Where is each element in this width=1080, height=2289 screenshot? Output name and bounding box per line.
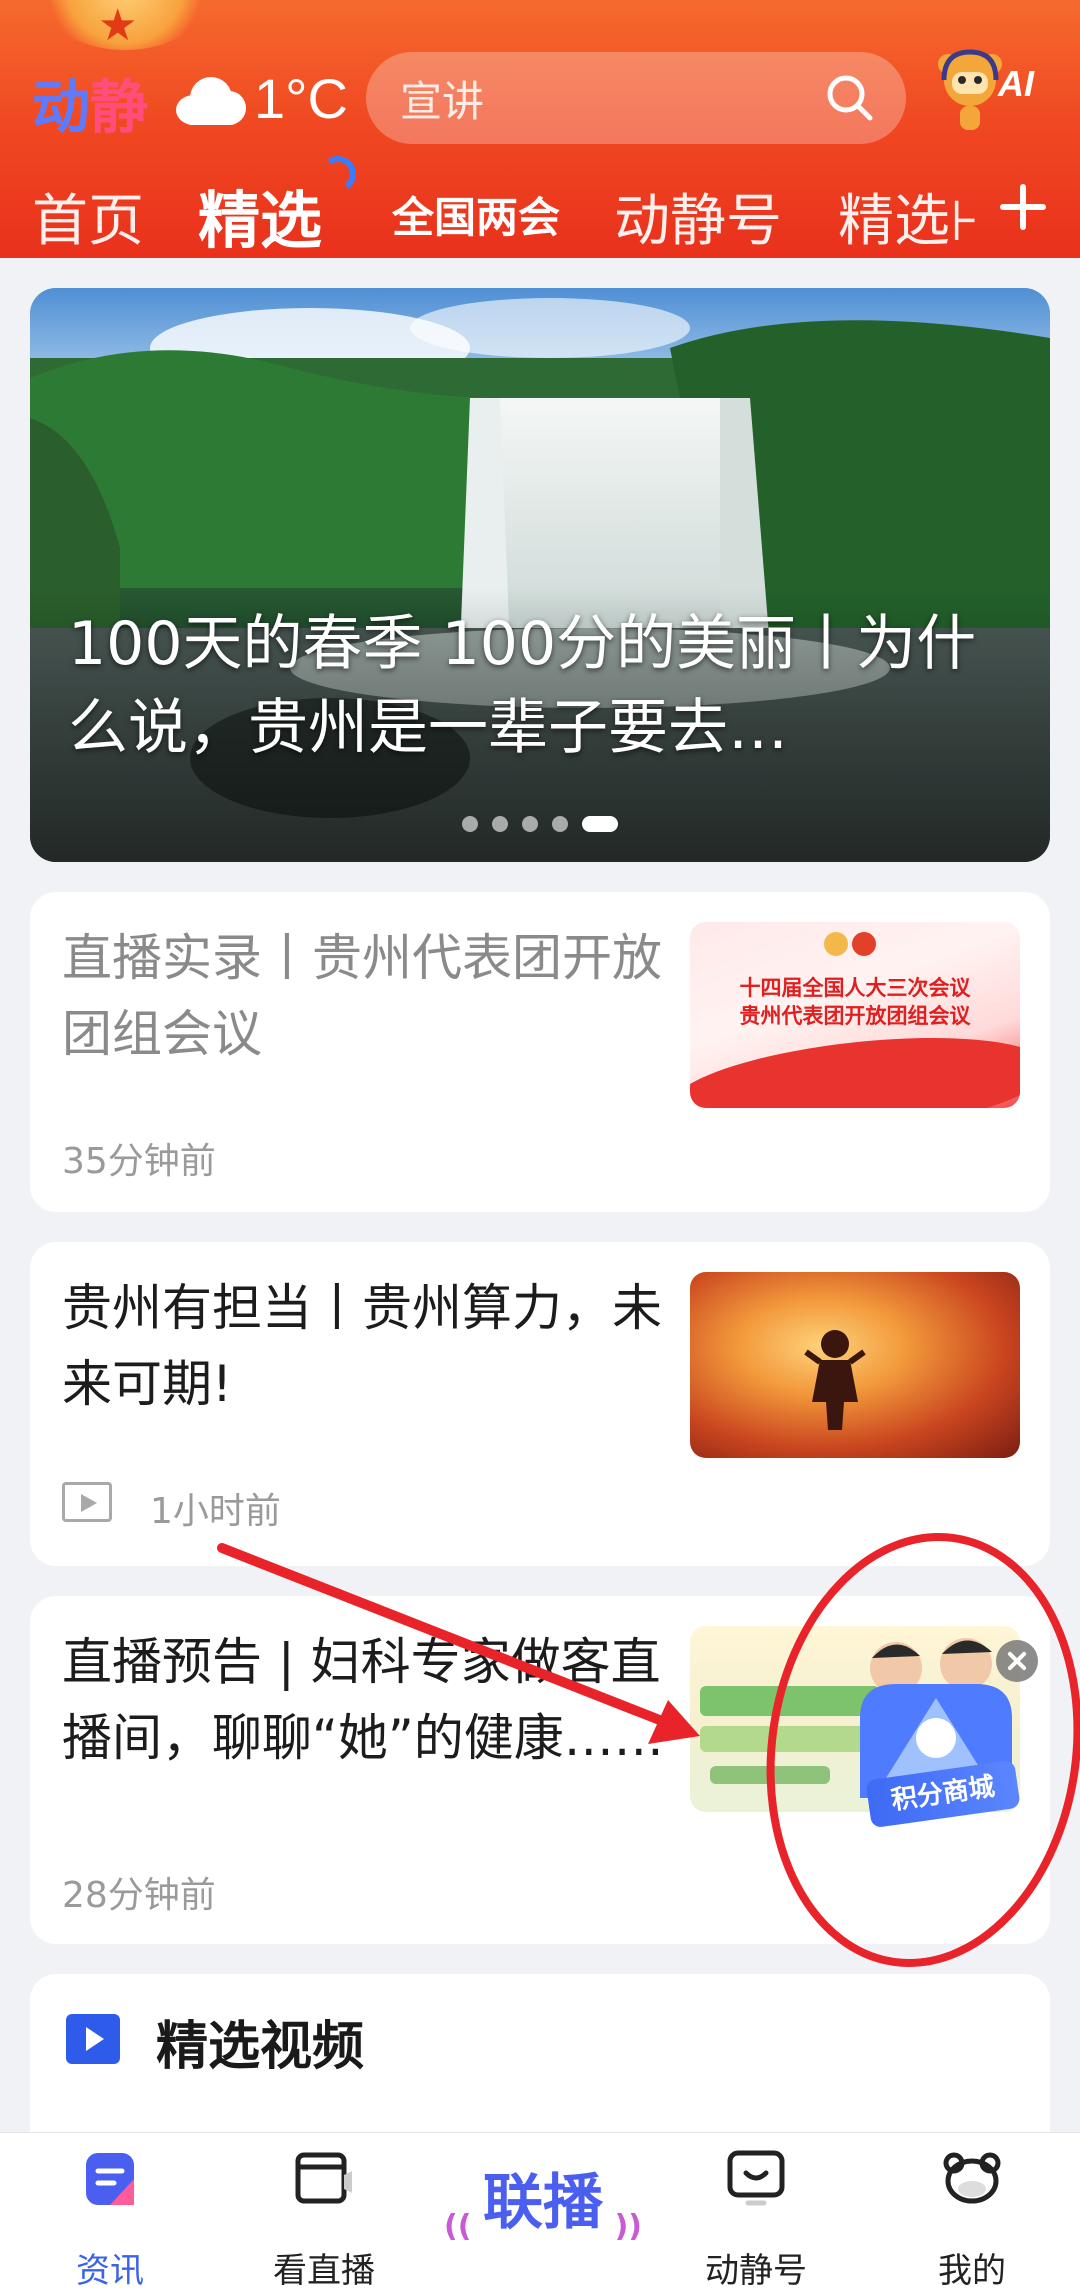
tab-dongjinghao[interactable]: 动静号 <box>614 176 782 257</box>
profile-mascot-icon <box>943 2152 1001 2204</box>
bottom-navigation: 资讯 看直播 ((联播)) 动静号 我的 <box>0 2132 1080 2289</box>
active-tab-indicator <box>317 153 359 195</box>
news-card[interactable]: 贵州有担当丨贵州算力，未来可期! 1小时前 <box>30 1242 1050 1566</box>
live-tv-icon <box>295 2152 352 2204</box>
silhouette-figure <box>804 1330 866 1430</box>
cloud-icon <box>172 73 246 125</box>
nav-profile[interactable]: 我的 <box>892 2149 1052 2289</box>
thumbnail-caption: 十四届全国人大三次会议 <box>739 976 971 1000</box>
featured-banner[interactable]: 100天的春季 100分的美丽丨为什么说，贵州是一辈子要去… <box>30 288 1050 862</box>
tab-home[interactable]: 首页 <box>32 176 144 257</box>
news-card[interactable]: 直播实录丨贵州代表团开放团组会议 35分钟前 十四届全国人大三次会议 贵州代表团… <box>30 892 1050 1212</box>
weather-widget[interactable]: 1°C <box>172 66 348 131</box>
logo-char-1: 动 <box>32 73 91 141</box>
nav-label: 动静号 <box>705 2251 807 2289</box>
search-placeholder: 宣讲 <box>400 76 485 126</box>
news-time: 1小时前 <box>150 1491 281 1532</box>
logo-char-2: 静 <box>90 73 149 141</box>
ai-assistant-icon[interactable]: AI <box>930 44 1050 144</box>
thumbnail-decoration <box>690 1022 1020 1108</box>
tab-jingxuan-2[interactable]: 精选⊦ <box>838 176 984 257</box>
news-headline[interactable]: 直播实录丨贵州代表团开放团组会议 <box>62 920 662 1072</box>
carousel-indicator <box>462 816 618 832</box>
carousel-dot-active[interactable] <box>582 816 618 832</box>
lianbo-label: 联播 <box>483 2168 603 2238</box>
national-emblem-decoration: ★ <box>40 0 210 51</box>
channel-tabs: 首页 精选 全国两会 动静号 精选⊦ <box>0 153 1080 257</box>
nav-label: 资讯 <box>76 2251 144 2289</box>
tab-lianghui[interactable]: 全国两会 <box>392 184 560 245</box>
plus-icon[interactable] <box>992 170 1052 246</box>
carousel-dot[interactable] <box>552 816 568 832</box>
nav-label: 看直播 <box>273 2251 375 2289</box>
thumbnail-decoration <box>710 1766 830 1784</box>
top-header: ★ 动静 1°C 宣讲 AI 首页 精选 全国两会 动静号 精选⊦ <box>0 0 1080 258</box>
tab-jingxuan-label: 精选 <box>198 184 323 257</box>
nav-label: 我的 <box>938 2251 1006 2289</box>
search-icon[interactable] <box>824 72 876 124</box>
section-title[interactable]: 精选视频 <box>156 2004 364 2079</box>
search-bar[interactable]: 宣讲 <box>366 52 906 144</box>
nav-dongjinghao[interactable]: 动静号 <box>676 2149 836 2289</box>
tab-jingxuan[interactable]: 精选 <box>198 153 359 258</box>
emblem-icon <box>824 932 848 956</box>
news-time: 35分钟前 <box>62 1141 216 1182</box>
play-icon <box>66 2014 120 2064</box>
emblem-icon <box>852 932 876 956</box>
news-thumbnail[interactable] <box>690 1272 1020 1458</box>
news-headline[interactable]: 贵州有担当丨贵州算力，未来可期! <box>62 1270 662 1422</box>
chat-tv-icon <box>727 2150 785 2206</box>
news-thumbnail[interactable]: 十四届全国人大三次会议 贵州代表团开放团组会议 <box>690 922 1020 1108</box>
carousel-dot[interactable] <box>522 816 538 832</box>
news-headline[interactable]: 直播预告 | 妇科专家做客直播间，聊聊“她”的健康…… <box>62 1624 682 1776</box>
news-time: 28分钟前 <box>62 1875 216 1916</box>
news-icon <box>86 2153 134 2205</box>
video-icon <box>62 1482 112 1522</box>
nav-live[interactable]: 看直播 <box>244 2149 404 2289</box>
banner-title[interactable]: 100天的春季 100分的美丽丨为什么说，贵州是一辈子要去… <box>68 602 1028 770</box>
thumbnail-caption: 贵州代表团开放团组会议 <box>739 1004 971 1028</box>
thumbnail-decoration <box>700 1726 870 1752</box>
ai-label: AI <box>997 63 1035 104</box>
temperature: 1°C <box>254 67 348 130</box>
app-logo[interactable]: 动静 <box>32 60 148 144</box>
lianbo-logo[interactable]: ((联播)) <box>444 2163 642 2244</box>
carousel-dot[interactable] <box>492 816 508 832</box>
nav-news[interactable]: 资讯 <box>30 2149 190 2289</box>
carousel-dot[interactable] <box>462 816 478 832</box>
close-icon[interactable] <box>996 1640 1038 1682</box>
